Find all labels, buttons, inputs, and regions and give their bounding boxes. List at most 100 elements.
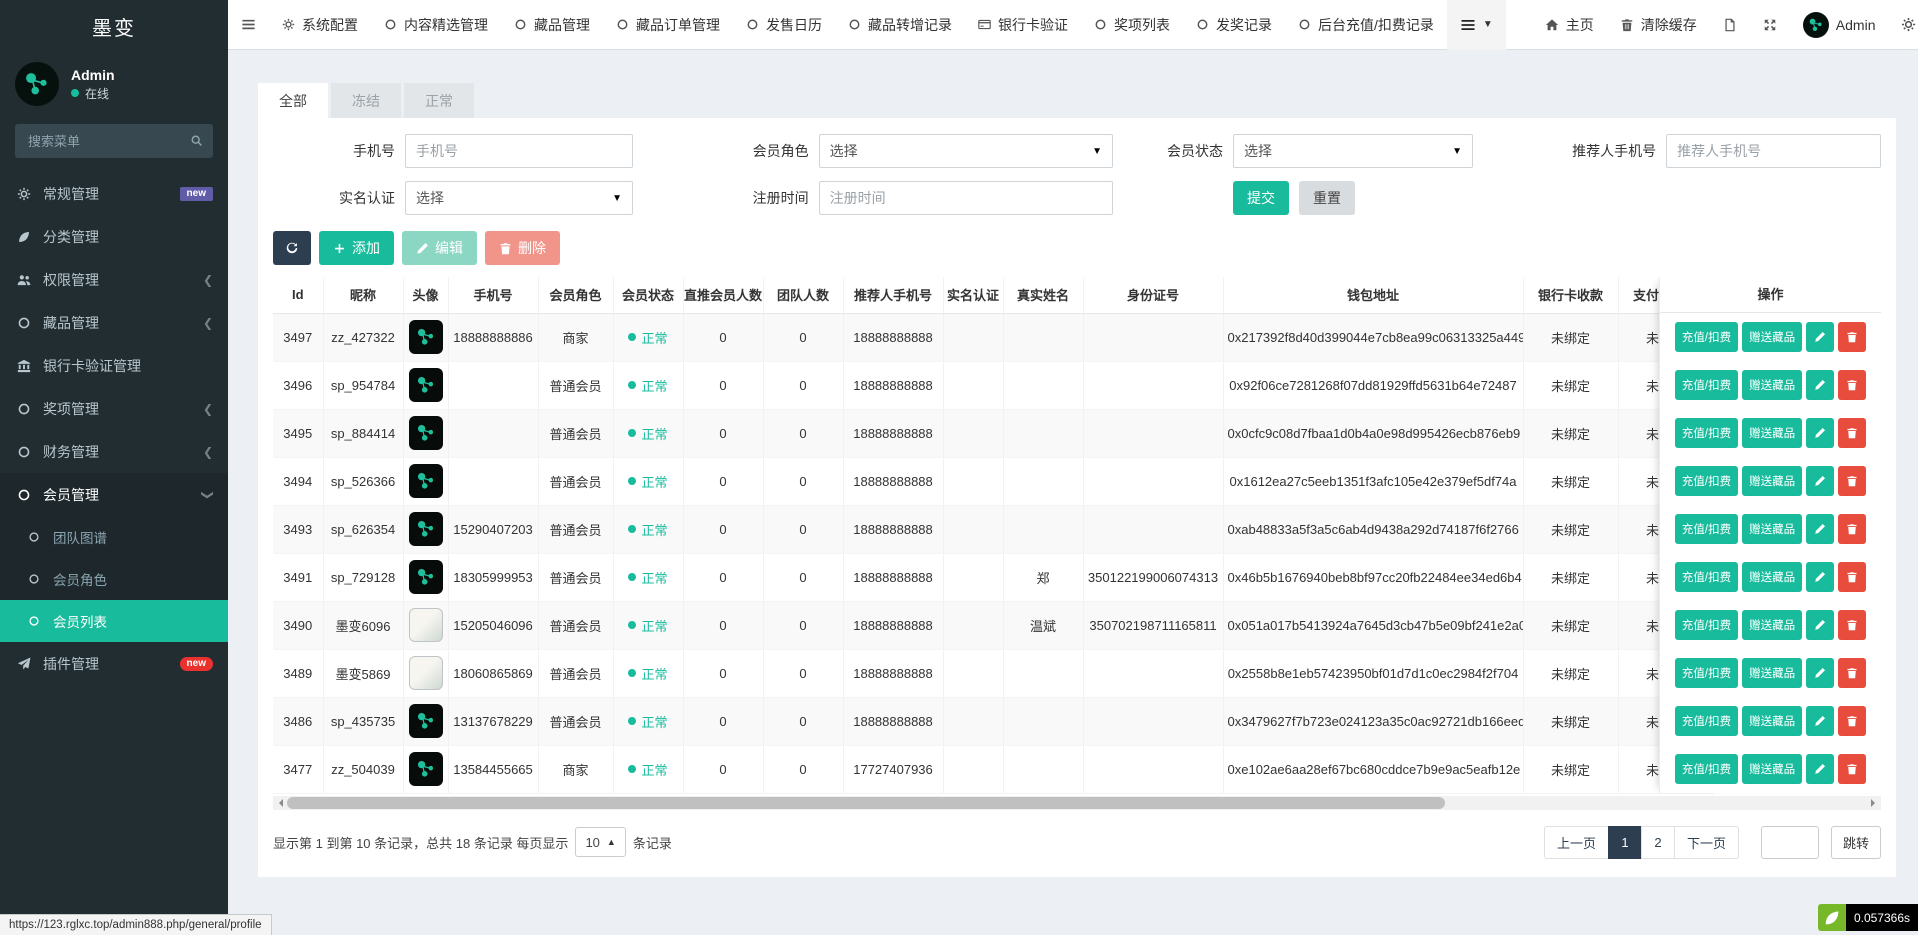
sidebar-item-8[interactable]: 插件管理new	[0, 642, 228, 685]
recharge-button[interactable]: 充值/扣费	[1675, 322, 1738, 352]
document-button[interactable]	[1710, 0, 1750, 50]
reset-button[interactable]: 重置	[1299, 181, 1355, 215]
table-row[interactable]: 3477zz_50403913584455665商家正常001772740793…	[273, 745, 1713, 793]
scroll-right-arrow[interactable]	[1867, 796, 1881, 810]
row-delete-button[interactable]	[1838, 562, 1866, 592]
tab-0[interactable]: 全部	[258, 83, 328, 118]
page-button-1[interactable]: 1	[1608, 826, 1642, 859]
row-delete-button[interactable]	[1838, 706, 1866, 736]
top-menu-item-5[interactable]: 藏品转增记录	[835, 0, 965, 50]
sidebar-item-1[interactable]: 分类管理	[0, 215, 228, 258]
row-delete-button[interactable]	[1838, 514, 1866, 544]
top-menu-item-6[interactable]: 银行卡验证	[965, 0, 1081, 50]
row-delete-button[interactable]	[1838, 418, 1866, 448]
recharge-button[interactable]: 充值/扣费	[1675, 514, 1738, 544]
tab-1[interactable]: 冻结	[331, 83, 401, 118]
gift-collection-button[interactable]: 赠送藏品	[1742, 658, 1802, 688]
clear-cache-button[interactable]: 清除缓存	[1607, 0, 1710, 50]
recharge-button[interactable]: 充值/扣费	[1675, 706, 1738, 736]
row-delete-button[interactable]	[1838, 322, 1866, 352]
sidebar-item-6[interactable]: 财务管理❮	[0, 430, 228, 473]
table-row[interactable]: 3489墨变586918060865869普通会员正常0018888888888…	[273, 649, 1713, 697]
row-delete-button[interactable]	[1838, 658, 1866, 688]
recharge-button[interactable]: 充值/扣费	[1675, 610, 1738, 640]
sidebar-subitem-1[interactable]: 会员角色	[0, 558, 228, 600]
prev-page-button[interactable]: 上一页	[1544, 826, 1609, 859]
gift-collection-button[interactable]: 赠送藏品	[1742, 610, 1802, 640]
row-edit-button[interactable]	[1806, 514, 1834, 544]
sidebar-item-0[interactable]: 常规管理new	[0, 172, 228, 215]
row-delete-button[interactable]	[1838, 370, 1866, 400]
gift-collection-button[interactable]: 赠送藏品	[1742, 706, 1802, 736]
sidebar-item-4[interactable]: 银行卡验证管理	[0, 344, 228, 387]
home-button[interactable]: 主页	[1532, 0, 1607, 50]
top-menu-item-4[interactable]: 发售日历	[733, 0, 835, 50]
scrollbar-thumb[interactable]	[287, 797, 1445, 809]
row-delete-button[interactable]	[1838, 754, 1866, 784]
gift-collection-button[interactable]: 赠送藏品	[1742, 322, 1802, 352]
register-time-input[interactable]	[819, 181, 1113, 215]
row-edit-button[interactable]	[1806, 466, 1834, 496]
delete-button[interactable]: 删除	[485, 231, 560, 265]
top-menu-item-7[interactable]: 奖项列表	[1081, 0, 1183, 50]
recharge-button[interactable]: 充值/扣费	[1675, 370, 1738, 400]
add-button[interactable]: 添加	[319, 231, 394, 265]
gift-collection-button[interactable]: 赠送藏品	[1742, 754, 1802, 784]
table-row[interactable]: 3496sp_954784普通会员正常00188888888880x92f06c…	[273, 361, 1713, 409]
table-row[interactable]: 3494sp_526366普通会员正常00188888888880x1612ea…	[273, 457, 1713, 505]
row-edit-button[interactable]	[1806, 610, 1834, 640]
table-row[interactable]: 3495sp_884414普通会员正常00188888888880x0cfc9c…	[273, 409, 1713, 457]
referrer-phone-input[interactable]	[1666, 134, 1881, 168]
page-button-2[interactable]: 2	[1641, 826, 1675, 859]
next-page-button[interactable]: 下一页	[1674, 826, 1739, 859]
horizontal-scrollbar[interactable]	[273, 796, 1881, 810]
sidebar-search-input[interactable]	[15, 124, 213, 158]
row-edit-button[interactable]	[1806, 658, 1834, 688]
row-edit-button[interactable]	[1806, 322, 1834, 352]
top-menu-item-2[interactable]: 藏品管理	[501, 0, 603, 50]
admin-menu[interactable]: Admin	[1790, 0, 1889, 50]
sidebar-subitem-0[interactable]: 团队图谱	[0, 516, 228, 558]
recharge-button[interactable]: 充值/扣费	[1675, 418, 1738, 448]
brand-logo[interactable]: 墨变	[0, 0, 228, 52]
scroll-left-arrow[interactable]	[273, 796, 287, 810]
row-edit-button[interactable]	[1806, 754, 1834, 784]
debug-time-badge[interactable]: 0.057366s	[1818, 904, 1918, 931]
tab-2[interactable]: 正常	[404, 83, 474, 118]
sidebar-item-3[interactable]: 藏品管理❮	[0, 301, 228, 344]
more-menus-dropdown[interactable]: ▼	[1447, 0, 1506, 50]
jump-button[interactable]: 跳转	[1831, 826, 1881, 859]
recharge-button[interactable]: 充值/扣费	[1675, 466, 1738, 496]
submit-button[interactable]: 提交	[1233, 181, 1289, 215]
member-role-select[interactable]: 选择▼	[819, 134, 1113, 168]
sidebar-item-5[interactable]: 奖项管理❮	[0, 387, 228, 430]
recharge-button[interactable]: 充值/扣费	[1675, 754, 1738, 784]
top-menu-item-9[interactable]: 后台充值/扣费记录	[1285, 0, 1447, 50]
recharge-button[interactable]: 充值/扣费	[1675, 658, 1738, 688]
row-delete-button[interactable]	[1838, 610, 1866, 640]
realname-auth-select[interactable]: 选择▼	[405, 181, 633, 215]
top-menu-item-0[interactable]: 系统配置	[269, 0, 371, 50]
fullscreen-button[interactable]	[1750, 0, 1790, 50]
gift-collection-button[interactable]: 赠送藏品	[1742, 370, 1802, 400]
gift-collection-button[interactable]: 赠送藏品	[1742, 562, 1802, 592]
row-edit-button[interactable]	[1806, 418, 1834, 448]
gift-collection-button[interactable]: 赠送藏品	[1742, 418, 1802, 448]
top-menu-item-3[interactable]: 藏品订单管理	[603, 0, 733, 50]
edit-button[interactable]: 编辑	[402, 231, 477, 265]
table-row[interactable]: 3486sp_43573513137678229普通会员正常0018888888…	[273, 697, 1713, 745]
sidebar-item-7[interactable]: 会员管理❯	[0, 473, 228, 516]
table-row[interactable]: 3497zz_42732218888888886商家正常001888888888…	[273, 313, 1713, 361]
member-status-select[interactable]: 选择▼	[1233, 134, 1473, 168]
table-row[interactable]: 3491sp_72912818305999953普通会员正常0018888888…	[273, 553, 1713, 601]
gift-collection-button[interactable]: 赠送藏品	[1742, 514, 1802, 544]
table-row[interactable]: 3493sp_62635415290407203普通会员正常0018888888…	[273, 505, 1713, 553]
recharge-button[interactable]: 充值/扣费	[1675, 562, 1738, 592]
search-icon[interactable]	[190, 134, 203, 147]
sidebar-toggle-button[interactable]	[228, 0, 269, 50]
row-delete-button[interactable]	[1838, 466, 1866, 496]
top-menu-item-1[interactable]: 内容精选管理	[371, 0, 501, 50]
row-edit-button[interactable]	[1806, 706, 1834, 736]
row-edit-button[interactable]	[1806, 370, 1834, 400]
phone-input[interactable]	[405, 134, 633, 168]
